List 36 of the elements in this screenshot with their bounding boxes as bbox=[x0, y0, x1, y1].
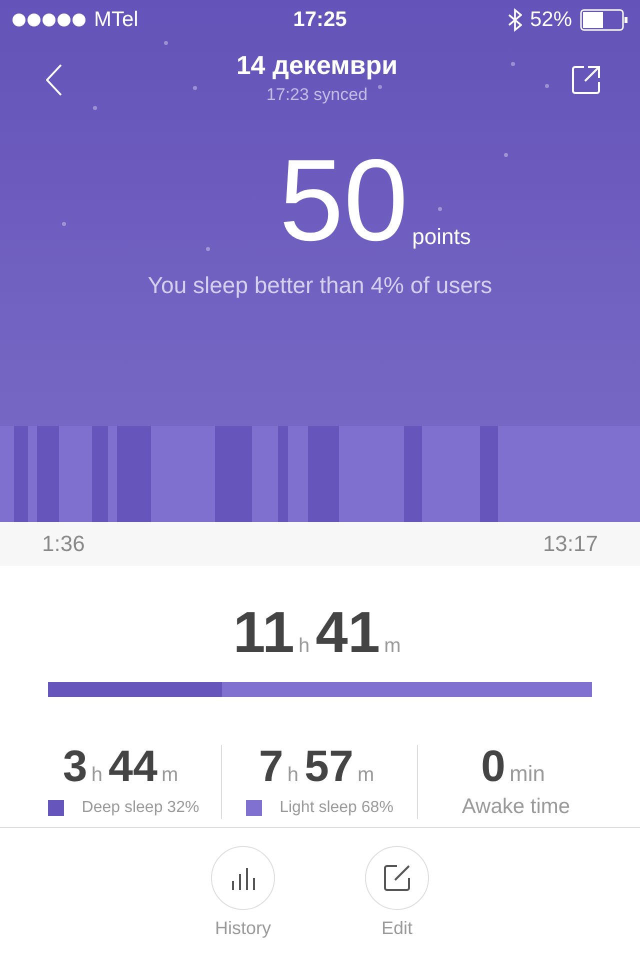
signal-icon bbox=[12, 13, 86, 27]
action-label: Edit bbox=[381, 918, 413, 939]
bluetooth-icon bbox=[508, 8, 522, 32]
total-minutes: 41 bbox=[316, 604, 380, 662]
share-button[interactable] bbox=[572, 66, 600, 94]
date-title: 14 декември bbox=[236, 50, 398, 80]
stat-hours: 3 bbox=[62, 745, 88, 789]
stat-minutes: 44 bbox=[108, 745, 158, 789]
minutes-unit: m bbox=[161, 764, 178, 787]
stat-label: Deep sleep 32% bbox=[82, 799, 200, 817]
back-button[interactable] bbox=[46, 64, 62, 96]
stat-minutes: 57 bbox=[304, 745, 354, 789]
total-hours: 11 bbox=[233, 604, 294, 662]
awake-value: 0 bbox=[481, 745, 506, 789]
stat-label: Awake time bbox=[462, 795, 570, 819]
minutes-unit: m bbox=[384, 635, 401, 658]
score-value: 50 bbox=[279, 150, 408, 250]
hours-unit: h bbox=[287, 764, 298, 787]
bar-chart-icon bbox=[230, 866, 256, 890]
awake-unit: min bbox=[510, 761, 545, 787]
sync-time: 17:23 synced bbox=[266, 84, 368, 104]
score-caption: You sleep better than 4% of users bbox=[148, 272, 492, 299]
hours-unit: h bbox=[91, 764, 102, 787]
battery-percent: 52% bbox=[530, 8, 572, 32]
hours-unit: h bbox=[298, 635, 310, 658]
action-label: History bbox=[214, 918, 271, 939]
edit-icon bbox=[383, 864, 411, 892]
stat-label: Light sleep 68% bbox=[280, 799, 394, 817]
stat-hours: 7 bbox=[258, 745, 284, 789]
score-unit: points bbox=[412, 224, 471, 250]
minutes-unit: m bbox=[357, 764, 374, 787]
clock-time: 17:25 bbox=[293, 8, 347, 32]
start-time: 1:36 bbox=[42, 531, 85, 557]
end-time: 13:17 bbox=[542, 531, 598, 557]
battery-icon bbox=[580, 9, 628, 31]
carrier-name: MTel bbox=[94, 8, 138, 32]
